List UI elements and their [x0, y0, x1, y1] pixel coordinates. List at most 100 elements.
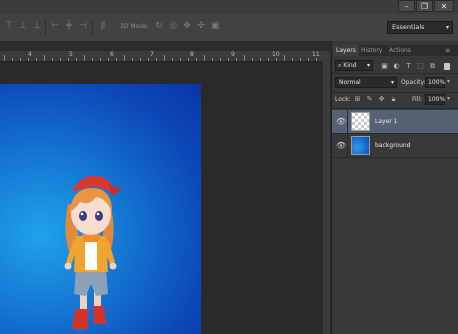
- ruler-tick: [236, 58, 237, 61]
- ruler-tick: [36, 58, 37, 61]
- ruler-tick: [20, 58, 21, 61]
- tab-history[interactable]: History: [358, 45, 385, 56]
- ruler-tick: [300, 58, 301, 61]
- ruler-tick: [180, 58, 181, 61]
- ruler-tick: [164, 55, 165, 61]
- restore-icon: ❐: [420, 2, 429, 11]
- ruler-tick: [284, 55, 285, 61]
- chevron-down-icon: ▾: [390, 79, 394, 86]
- document-canvas[interactable]: [0, 84, 201, 334]
- ruler-tick: [316, 58, 317, 61]
- align-bottom-edges-icon[interactable]: ⊥: [31, 21, 43, 32]
- ruler-tick: [84, 55, 85, 61]
- divider: [332, 73, 458, 74]
- separator: [45, 19, 46, 35]
- ruler-tick: [28, 58, 29, 61]
- lock-transparent-pixels-icon[interactable]: ⊞: [353, 95, 362, 104]
- ruler-tick: [244, 55, 245, 61]
- ruler-tick: [148, 58, 149, 61]
- minimize-icon: –: [404, 2, 409, 11]
- ruler-label: 4: [28, 51, 32, 58]
- chevron-down-icon[interactable]: ▾: [447, 95, 450, 102]
- eye-icon[interactable]: 👁︎: [336, 134, 346, 157]
- ruler-label: 9: [231, 51, 235, 58]
- ruler-tick: [156, 58, 157, 61]
- eye-icon[interactable]: 👁︎: [336, 110, 346, 133]
- chevron-down-icon: ▾: [366, 62, 370, 69]
- chevron-down-icon[interactable]: ▾: [447, 78, 450, 85]
- ruler-tick: [228, 58, 229, 61]
- pixel-layer-filter-icon[interactable]: ▣: [380, 62, 389, 71]
- lock-all-icon[interactable]: 🔒︎: [389, 95, 398, 104]
- filter-kind-label: Kind: [343, 62, 357, 69]
- opacity-label: Opacity:: [401, 79, 426, 86]
- ruler-tick: [76, 58, 77, 61]
- ruler-tick: [124, 55, 125, 61]
- ruler-tick: [12, 58, 13, 61]
- ruler-tick: [252, 58, 253, 61]
- filter-kind-dropdown[interactable]: ⌕ Kind ▾: [335, 60, 373, 71]
- layer-thumbnail-transparent: [351, 112, 370, 131]
- rotate-3d-icon[interactable]: ↻: [153, 21, 165, 32]
- align-left-edges-icon[interactable]: ⊢: [49, 21, 61, 32]
- blend-mode-dropdown[interactable]: Normal ▾: [335, 77, 397, 88]
- ruler-tick: [132, 58, 133, 61]
- chibi-girl-illustration: [64, 175, 122, 329]
- ruler-tick: [260, 58, 261, 61]
- layer-thumbnail-background: [351, 136, 370, 155]
- tab-actions[interactable]: Actions: [386, 45, 414, 56]
- align-vertical-centers-icon[interactable]: ⊥: [17, 21, 29, 32]
- auto-align-layers-icon[interactable]: ⫼: [97, 21, 109, 32]
- ruler-tick: [276, 58, 277, 61]
- blend-mode-label: Normal: [339, 79, 361, 86]
- align-horizontal-centers-icon[interactable]: ╪: [63, 21, 75, 32]
- divider: [347, 110, 348, 133]
- chevron-down-icon: ▾: [445, 24, 449, 31]
- adjustment-layer-filter-icon[interactable]: ◐: [392, 62, 401, 71]
- restore-button[interactable]: ❐: [416, 0, 433, 12]
- ruler-label: 10: [272, 51, 280, 58]
- ruler-tick: [220, 58, 221, 61]
- ruler-tick: [212, 58, 213, 61]
- panel-menu-icon[interactable]: ≡: [445, 45, 450, 56]
- opacity-field[interactable]: 100%: [425, 77, 445, 88]
- shape-layer-filter-icon[interactable]: ⬚: [416, 62, 425, 71]
- close-button[interactable]: ✕: [434, 0, 454, 12]
- align-right-edges-icon[interactable]: ⊣: [77, 21, 89, 32]
- slide-3d-icon[interactable]: ✣: [195, 21, 207, 32]
- ruler-label: 8: [190, 51, 194, 58]
- ruler-label: 11: [312, 51, 320, 58]
- align-top-edges-icon[interactable]: ⊤: [3, 21, 15, 32]
- ruler-tick: [92, 58, 93, 61]
- document-tab-strip: [0, 41, 330, 51]
- ruler-tick: [188, 58, 189, 61]
- ruler-tick: [292, 58, 293, 61]
- search-icon: ⌕: [338, 62, 342, 69]
- scale-3d-icon[interactable]: ▣: [209, 21, 221, 32]
- smart-object-filter-icon[interactable]: ⧉: [428, 62, 437, 71]
- ruler-label: 5: [69, 51, 73, 58]
- ruler-tick: [116, 58, 117, 61]
- divider: [332, 108, 458, 109]
- ruler-tick: [60, 58, 61, 61]
- minimize-button[interactable]: –: [398, 0, 415, 12]
- roll-3d-icon[interactable]: ◎: [167, 21, 179, 32]
- ruler-tick: [100, 58, 101, 61]
- ruler-tick: [204, 55, 205, 61]
- tab-layers[interactable]: Layers: [333, 45, 359, 56]
- lock-position-icon[interactable]: ✥: [377, 95, 386, 104]
- filter-toggle[interactable]: [444, 63, 450, 70]
- ruler-tick: [172, 58, 173, 61]
- fill-field[interactable]: 100%: [425, 94, 445, 105]
- pan-3d-icon[interactable]: ✥: [181, 21, 193, 32]
- ruler-label: 6: [110, 51, 114, 58]
- separator: [92, 19, 93, 35]
- ruler-tick: [4, 55, 5, 61]
- workspace-dropdown[interactable]: Essentials ▾: [387, 21, 453, 34]
- ruler-tick: [44, 55, 45, 61]
- lock-image-pixels-icon[interactable]: ✎: [365, 95, 374, 104]
- type-layer-filter-icon[interactable]: T: [404, 62, 413, 71]
- layer-name: Layer 1: [375, 118, 398, 125]
- ruler-tick: [308, 58, 309, 61]
- 3d-mode-label: 3D Mode:: [120, 23, 149, 30]
